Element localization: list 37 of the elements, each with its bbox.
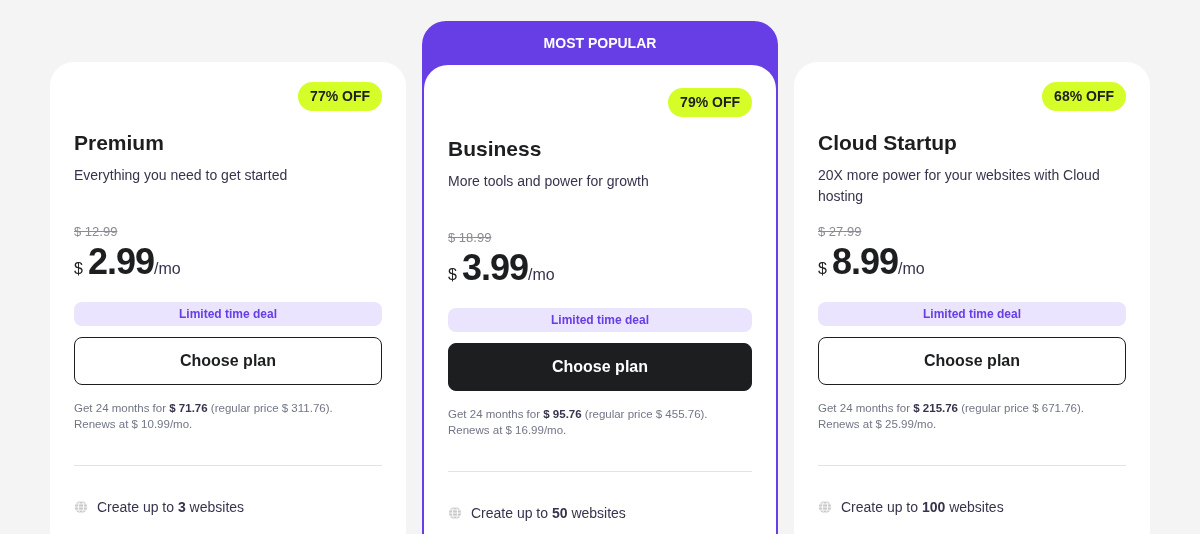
plan-description: 20X more power for your websites with Cloud hosting <box>818 166 1101 206</box>
plan-description: Everything you need to get started <box>74 166 289 185</box>
old-price: $ 12.99 <box>74 224 119 239</box>
plan-title: Business <box>448 137 543 161</box>
currency-symbol: $ <box>74 260 83 278</box>
ribbon-label: MOST POPULAR <box>542 34 658 53</box>
currency-symbol: $ <box>818 260 827 278</box>
price-note: Get 24 months for $ 95.76 (regular price $ 455.76). Renews at $ 16.99/mo. <box>448 407 709 438</box>
discount-badge: 77% OFF <box>298 82 382 111</box>
globe-icon <box>74 500 88 514</box>
price-note: Get 24 months for $ 215.76 (regular price $ 671.76). Renews at $ 25.99/mo. <box>818 401 1085 432</box>
old-price: $ 27.99 <box>818 224 863 239</box>
discount-badge: 79% OFF <box>668 88 752 117</box>
feature-text: Create up to 3 websites <box>97 499 245 515</box>
plan-title: Premium <box>74 131 165 155</box>
choose-plan-button[interactable]: Choose plan <box>818 337 1126 385</box>
feature-text: Create up to 100 websites <box>841 499 1004 515</box>
currency-symbol: $ <box>448 266 457 284</box>
price-period: /mo <box>528 266 555 284</box>
price-note: Get 24 months for $ 71.76 (regular price $ 311.76). Renews at $ 10.99/mo. <box>74 401 334 432</box>
price-period: /mo <box>898 260 925 278</box>
price-amount: 2.99 <box>87 241 154 283</box>
price-amount: 8.99 <box>831 241 898 283</box>
old-price: $ 18.99 <box>448 230 493 245</box>
plan-title: Cloud Startup <box>818 131 958 155</box>
globe-icon <box>448 506 462 520</box>
choose-plan-button[interactable]: Choose plan <box>74 337 382 385</box>
price-period: /mo <box>154 260 181 278</box>
globe-icon <box>818 500 832 514</box>
plan-description: More tools and power for growth <box>448 172 650 191</box>
deal-banner: Limited time deal <box>74 302 382 326</box>
choose-plan-button[interactable]: Choose plan <box>448 343 752 391</box>
deal-banner: Limited time deal <box>448 308 752 332</box>
feature-text: Create up to 50 websites <box>471 505 626 521</box>
discount-badge: 68% OFF <box>1042 82 1126 111</box>
deal-banner: Limited time deal <box>818 302 1126 326</box>
price-amount: 3.99 <box>461 247 528 289</box>
